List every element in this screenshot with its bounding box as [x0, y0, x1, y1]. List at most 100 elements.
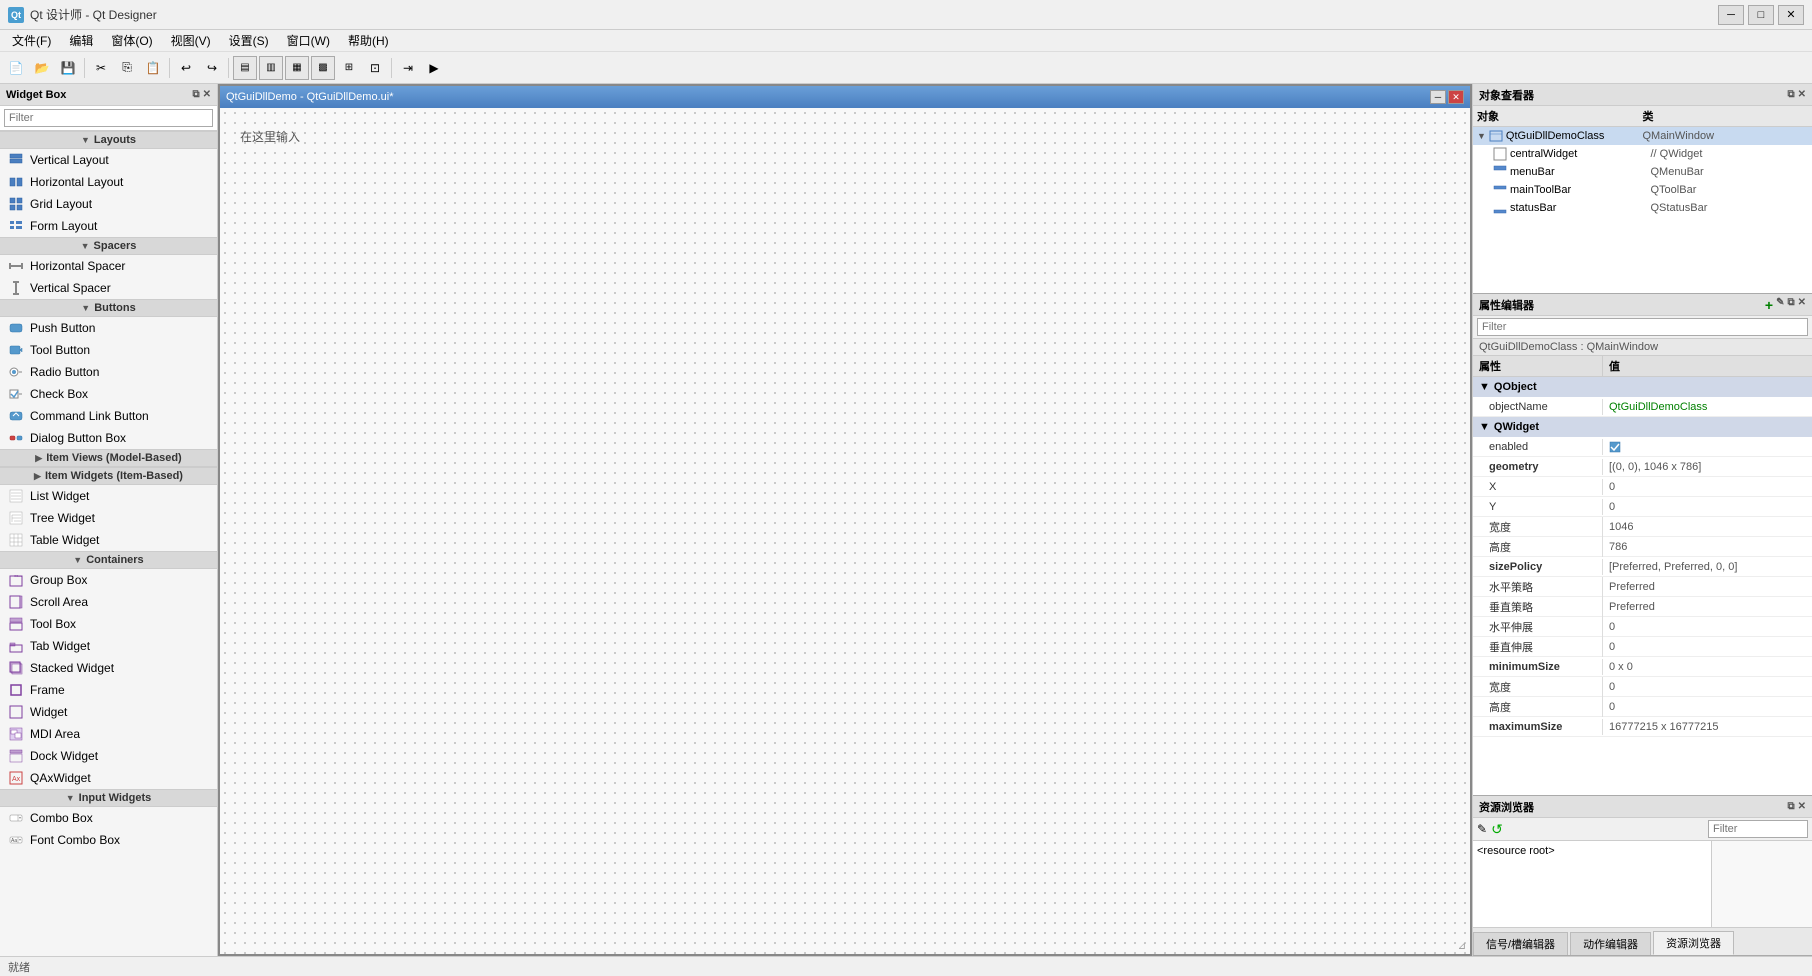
section-containers[interactable]: ▼ Containers — [0, 551, 217, 569]
prop-section-qwidget[interactable]: ▼ QWidget — [1473, 417, 1812, 437]
widget-vertical-layout[interactable]: Vertical Layout — [0, 149, 217, 171]
resource-pencil-icon[interactable]: ✎ — [1477, 822, 1487, 836]
widget-dock-widget[interactable]: Dock Widget — [0, 745, 217, 767]
prop-row-minheight[interactable]: 高度 0 — [1473, 697, 1812, 717]
object-inspector-float-icon[interactable]: ⧉ — [1787, 89, 1794, 100]
obj-row-toolbar[interactable]: mainToolBar QToolBar — [1473, 181, 1812, 199]
prop-row-objectname[interactable]: objectName QtGuiDllDemoClass — [1473, 397, 1812, 417]
prop-row-maxsize[interactable]: maximumSize 16777215 x 16777215 — [1473, 717, 1812, 737]
inner-close-btn[interactable]: ✕ — [1448, 90, 1464, 104]
prop-filter-input[interactable] — [1477, 318, 1808, 336]
canvas-resize-handle[interactable]: ⊿ — [1456, 940, 1468, 952]
widget-tab-widget[interactable]: Tab Widget — [0, 635, 217, 657]
toolbar-save[interactable]: 💾 — [56, 56, 80, 80]
widget-group-box[interactable]: GBox Group Box — [0, 569, 217, 591]
prop-row-geometry[interactable]: geometry [(0, 0), 1046 x 786] — [1473, 457, 1812, 477]
widget-box-filter-input[interactable] — [4, 109, 213, 127]
inner-minimize-btn[interactable]: ─ — [1430, 90, 1446, 104]
toolbar-layout-h[interactable]: ▤ — [233, 56, 257, 80]
widget-tool-box[interactable]: Tool Box — [0, 613, 217, 635]
prop-row-y[interactable]: Y 0 — [1473, 497, 1812, 517]
widget-horizontal-layout[interactable]: Horizontal Layout — [0, 171, 217, 193]
widget-tool-button[interactable]: Tool Button — [0, 339, 217, 361]
toolbar-paste[interactable]: 📋 — [141, 56, 165, 80]
menu-help[interactable]: 帮助(H) — [340, 30, 397, 51]
properties-close-icon[interactable]: ✕ — [1798, 297, 1806, 313]
widget-dialog-button-box[interactable]: Dialog Button Box — [0, 427, 217, 449]
toolbar-cut[interactable]: ✂ — [89, 56, 113, 80]
resource-browser-close-icon[interactable]: ✕ — [1798, 801, 1806, 812]
prop-row-sizepolicy[interactable]: sizePolicy [Preferred, Preferred, 0, 0] — [1473, 557, 1812, 577]
widget-command-link-button[interactable]: Command Link Button — [0, 405, 217, 427]
toolbar-break-layout[interactable]: ⊞ — [337, 56, 361, 80]
widget-box-close-icon[interactable]: ✕ — [203, 89, 211, 100]
widget-qaxwidget[interactable]: Ax QAxWidget — [0, 767, 217, 789]
toolbar-redo[interactable]: ↪ — [200, 56, 224, 80]
properties-add-icon[interactable]: + — [1765, 297, 1773, 313]
toolbar-tab-order[interactable]: ⇥ — [396, 56, 420, 80]
widget-scroll-area[interactable]: Scroll Area — [0, 591, 217, 613]
widget-grid-layout[interactable]: Grid Layout — [0, 193, 217, 215]
prop-row-x[interactable]: X 0 — [1473, 477, 1812, 497]
widget-vertical-spacer[interactable]: Vertical Spacer — [0, 277, 217, 299]
tab-signal-slot[interactable]: 信号/槽编辑器 — [1473, 932, 1568, 955]
toolbar-undo[interactable]: ↩ — [174, 56, 198, 80]
prop-row-minwidth[interactable]: 宽度 0 — [1473, 677, 1812, 697]
widget-check-box[interactable]: Check Box — [0, 383, 217, 405]
toolbar-layout-g[interactable]: ▦ — [285, 56, 309, 80]
prop-row-hpolicy[interactable]: 水平策略 Preferred — [1473, 577, 1812, 597]
prop-row-hstretch[interactable]: 水平伸展 0 — [1473, 617, 1812, 637]
obj-row-menubar[interactable]: menuBar QMenuBar — [1473, 163, 1812, 181]
widget-stacked-widget[interactable]: Stacked Widget — [0, 657, 217, 679]
object-inspector-close-icon[interactable]: ✕ — [1798, 89, 1806, 100]
menu-window[interactable]: 窗口(W) — [279, 30, 338, 51]
prop-section-qobject[interactable]: ▼ QObject — [1473, 377, 1812, 397]
widget-font-combo-box[interactable]: Aa Font Combo Box — [0, 829, 217, 851]
widget-tree-widget[interactable]: Tree Widget — [0, 507, 217, 529]
widget-form-layout[interactable]: Form Layout — [0, 215, 217, 237]
widget-mdi-area[interactable]: MDI Area — [0, 723, 217, 745]
widget-table-widget[interactable]: Table Widget — [0, 529, 217, 551]
widget-horizontal-spacer[interactable]: Horizontal Spacer — [0, 255, 217, 277]
close-button[interactable]: ✕ — [1778, 5, 1804, 25]
widget-box-float-icon[interactable]: ⧉ — [192, 89, 199, 100]
toolbar-layout-f[interactable]: ▩ — [311, 56, 335, 80]
menu-view[interactable]: 视图(V) — [163, 30, 219, 51]
menu-file[interactable]: 文件(F) — [4, 30, 59, 51]
widget-widget[interactable]: Widget — [0, 701, 217, 723]
resource-filter-input[interactable] — [1708, 820, 1808, 838]
prop-row-enabled[interactable]: enabled — [1473, 437, 1812, 457]
restore-button[interactable]: □ — [1748, 5, 1774, 25]
menu-form[interactable]: 窗体(O) — [103, 30, 160, 51]
section-buttons[interactable]: ▼ Buttons — [0, 299, 217, 317]
properties-edit-icon[interactable]: ✎ — [1776, 297, 1784, 313]
widget-combo-box[interactable]: Combo Box — [0, 807, 217, 829]
canvas-content[interactable]: 在这里输入 ⊿ — [220, 108, 1470, 954]
tab-action-editor[interactable]: 动作编辑器 — [1570, 932, 1651, 955]
toolbar-preview[interactable]: ▶ — [422, 56, 446, 80]
section-input-widgets[interactable]: ▼ Input Widgets — [0, 789, 217, 807]
prop-row-minsize[interactable]: minimumSize 0 x 0 — [1473, 657, 1812, 677]
toolbar-adjust-size[interactable]: ⊡ — [363, 56, 387, 80]
section-layouts[interactable]: ▼ Layouts — [0, 131, 217, 149]
resource-refresh-icon[interactable]: ↺ — [1491, 821, 1503, 838]
prop-row-height[interactable]: 高度 786 — [1473, 537, 1812, 557]
prop-row-vstretch[interactable]: 垂直伸展 0 — [1473, 637, 1812, 657]
minimize-button[interactable]: ─ — [1718, 5, 1744, 25]
widget-list-widget[interactable]: List Widget — [0, 485, 217, 507]
toolbar-copy[interactable]: ⎘ — [115, 56, 139, 80]
menu-edit[interactable]: 编辑 — [61, 30, 101, 51]
resource-browser-float-icon[interactable]: ⧉ — [1787, 801, 1794, 812]
tab-resource-browser[interactable]: 资源浏览器 — [1653, 931, 1734, 955]
toolbar-layout-v[interactable]: ▥ — [259, 56, 283, 80]
widget-frame[interactable]: Frame — [0, 679, 217, 701]
properties-float-icon[interactable]: ⧉ — [1787, 297, 1794, 313]
section-spacers[interactable]: ▼ Spacers — [0, 237, 217, 255]
obj-row-main[interactable]: ▼ QtGuiDllDemoClass QMainWindow — [1473, 127, 1812, 145]
obj-row-central[interactable]: centralWidget // QWidget — [1473, 145, 1812, 163]
obj-row-statusbar[interactable]: statusBar QStatusBar — [1473, 199, 1812, 217]
section-item-widgets[interactable]: ▶ Item Widgets (Item-Based) — [0, 467, 217, 485]
section-item-views[interactable]: ▶ Item Views (Model-Based) — [0, 449, 217, 467]
widget-radio-button[interactable]: Radio Button — [0, 361, 217, 383]
widget-push-button[interactable]: Push Button — [0, 317, 217, 339]
